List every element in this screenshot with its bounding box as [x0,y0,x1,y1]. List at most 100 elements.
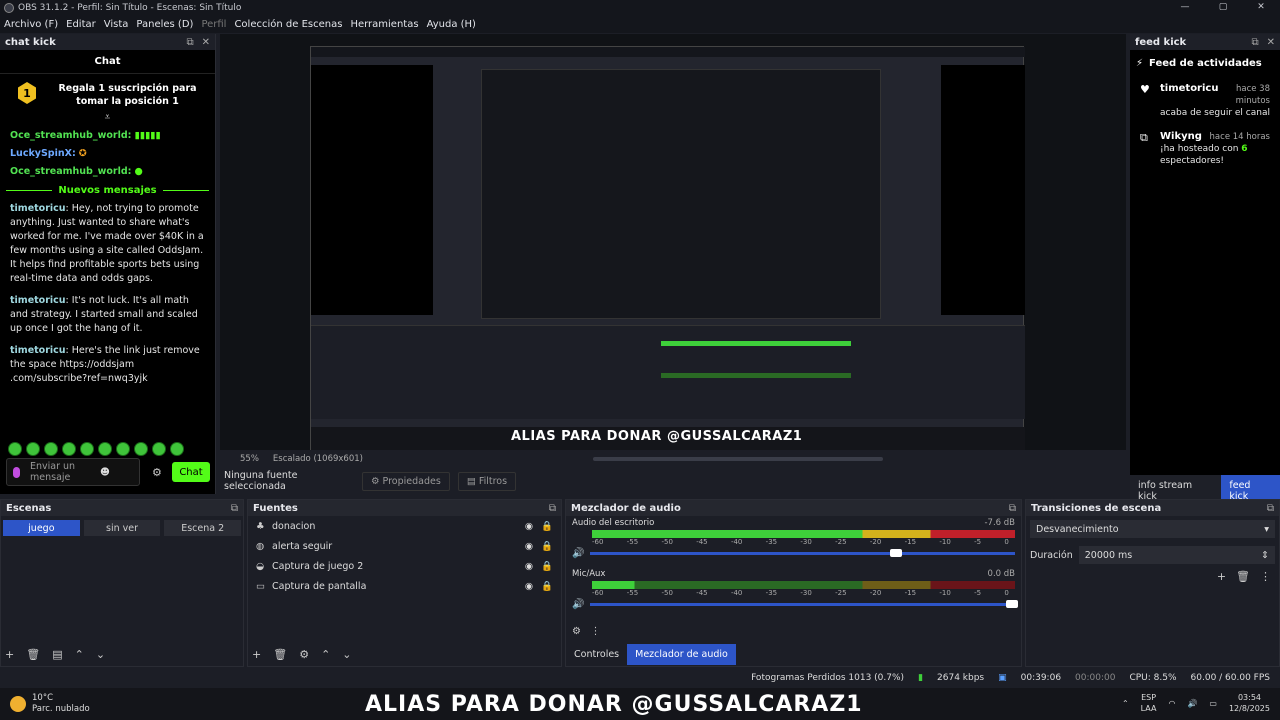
scene-sin-ver[interactable]: sin ver [83,520,161,536]
battery-icon[interactable]: ▭ [1209,698,1217,709]
speaker-icon[interactable]: 🔊 [572,548,584,559]
emote-icon[interactable] [116,442,130,456]
chat-message: timetoricu: Hey, not trying to promote a… [0,200,215,288]
gear-icon[interactable]: ⚙ [299,648,309,661]
chat-input[interactable]: Enviar un mensaje ☻ [6,458,140,486]
menu-editar[interactable]: Editar [62,19,100,30]
preview-canvas[interactable]: ALIAS PARA DONAR @GUSSALCARAZ1 [310,46,1025,451]
source-item[interactable]: ◍ alerta seguir ◉ 🔒 [248,536,561,556]
chevron-up-icon[interactable]: ⌃ [1122,698,1129,709]
scene-juego[interactable]: juego [3,520,80,536]
scene-escena-2[interactable]: Escena 2 [164,520,242,536]
eye-icon[interactable]: ◉ [525,541,533,552]
eye-icon[interactable]: ◉ [525,521,533,532]
preview-scrollbar[interactable] [592,457,883,461]
add-icon[interactable]: + [252,648,261,661]
channel-db: 0.0 dB [987,569,1015,579]
volume-slider[interactable] [590,600,1019,608]
chat-user[interactable]: timetoricu [10,345,66,356]
lock-icon[interactable]: 🔒 [541,581,553,592]
menu-coleccion[interactable]: Colección de Escenas [230,19,346,30]
emoji-icon[interactable]: ☻ [100,467,110,478]
lock-icon[interactable]: 🔒 [541,561,553,572]
more-icon[interactable]: ⋮ [591,626,601,637]
down-icon[interactable]: ⌄ [342,648,351,661]
volume-slider[interactable] [590,549,1015,557]
close-button[interactable]: ✕ [1242,0,1280,15]
chat-user[interactable]: timetoricu [10,203,66,214]
add-icon[interactable]: + [1217,570,1226,583]
menu-archivo[interactable]: Archivo (F) [0,19,62,30]
mic-icon[interactable] [13,466,20,478]
emote-icon[interactable] [44,442,58,456]
trash-icon[interactable]: 🗑 [26,648,40,661]
float-icon[interactable]: ⧉ [231,503,238,514]
source-item[interactable]: ▭ Captura de pantalla ◉ 🔒 [248,576,561,596]
chat-dock-title: chat kick [5,36,56,48]
emote-icon[interactable] [80,442,94,456]
eye-icon[interactable]: ◉ [525,581,533,592]
menu-vista[interactable]: Vista [100,19,133,30]
chat-user[interactable]: timetoricu [10,295,66,306]
emote-icon[interactable] [98,442,112,456]
emote-icon[interactable] [152,442,166,456]
clock-date: 12/8/2025 [1228,704,1270,713]
chat-user[interactable]: Oce_streamhub_world: [10,166,131,177]
menu-perfil[interactable]: Perfil [197,19,230,30]
gear-icon[interactable]: ⚙ [152,466,162,479]
float-icon[interactable]: ⧉ [1009,503,1016,514]
scroll-down-icon[interactable]: ⩡ [0,112,215,123]
menu-herramientas[interactable]: Herramientas [346,19,422,30]
spinner-icon[interactable]: ⇕ [1261,550,1269,561]
volume-icon[interactable]: 🔊 [1187,698,1197,709]
lock-icon[interactable]: 🔒 [541,541,553,552]
source-item[interactable]: ♣ donacion ◉ 🔒 [248,516,561,536]
emote-icon[interactable] [62,442,76,456]
send-chat-button[interactable]: Chat [172,462,210,482]
filter-icon[interactable]: ▤ [52,648,62,661]
emote-icon[interactable] [134,442,148,456]
volume-knob[interactable] [890,549,903,557]
duration-input[interactable]: 20000 ms ⇕ [1078,546,1275,564]
menu-paneles[interactable]: Paneles (D) [132,19,197,30]
weather-widget[interactable]: 10°C Parc. nublado [0,693,90,715]
close-icon[interactable]: ✕ [1267,37,1275,48]
wifi-icon[interactable]: ◠ [1168,698,1175,709]
up-icon[interactable]: ⌃ [321,648,330,661]
emote-icon[interactable] [8,442,22,456]
add-icon[interactable]: + [5,648,14,661]
trash-icon[interactable]: 🗑 [1236,570,1250,583]
menu-ayuda[interactable]: Ayuda (H) [423,19,480,30]
gear-icon[interactable]: ⚙ [572,626,581,637]
float-icon[interactable]: ⧉ [186,37,193,48]
properties-button[interactable]: ⚙ Propiedades [362,471,450,491]
zoom-level[interactable]: 55% [240,454,259,464]
float-icon[interactable]: ⧉ [549,503,556,514]
status-bar: Fotogramas Perdidos 1013 (0.7%) ▮ 2674 k… [0,668,1280,688]
float-icon[interactable]: ⧉ [1267,503,1274,514]
minimize-button[interactable]: — [1166,0,1204,15]
filters-button[interactable]: ▤ Filtros [457,471,517,491]
chat-user[interactable]: Oce_streamhub_world: [10,130,131,141]
volume-knob[interactable] [1006,600,1019,608]
float-icon[interactable]: ⧉ [1251,37,1258,48]
maximize-button[interactable]: ▢ [1204,0,1242,15]
down-icon[interactable]: ⌄ [96,648,105,661]
speaker-icon[interactable]: 🔊 [572,599,584,610]
lang[interactable]: ESP [1141,692,1157,703]
system-tray: ⌃ ESP LAA ◠ 🔊 ▭ 03:54 12/8/2025 [1122,692,1270,714]
clock-time[interactable]: 03:54 [1229,692,1270,703]
trash-icon[interactable]: 🗑 [273,648,287,661]
emote-icon[interactable] [170,442,184,456]
up-icon[interactable]: ⌃ [75,648,84,661]
source-item[interactable]: ◒ Captura de juego 2 ◉ 🔒 [248,556,561,576]
more-icon[interactable]: ⋮ [1260,570,1271,583]
eye-icon[interactable]: ◉ [525,561,533,572]
tab-audio-mixer[interactable]: Mezclador de audio [627,644,736,665]
emote-icon[interactable] [26,442,40,456]
transition-select[interactable]: Desvanecimiento ▾ [1030,520,1275,538]
tab-controls[interactable]: Controles [566,644,627,665]
lock-icon[interactable]: 🔒 [541,521,553,532]
chat-user[interactable]: LuckySpinX: [10,148,76,159]
close-icon[interactable]: ✕ [202,37,210,48]
